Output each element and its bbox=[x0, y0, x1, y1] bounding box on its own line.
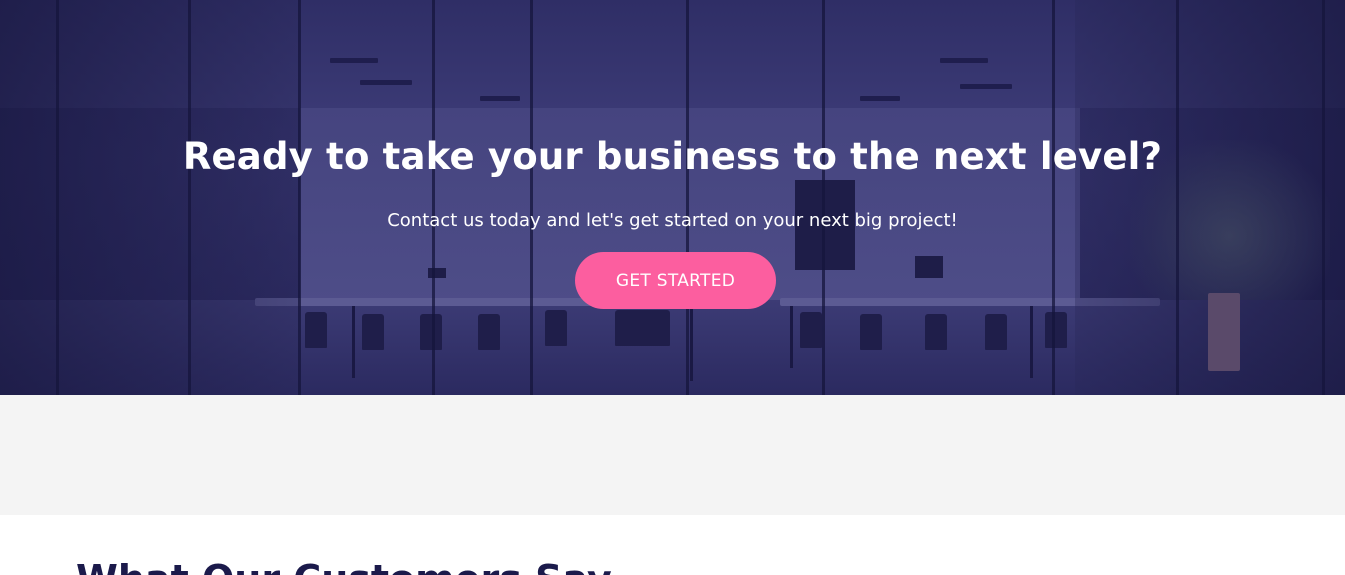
testimonials-heading: What Our Customers Say bbox=[76, 555, 612, 575]
get-started-button[interactable]: GET STARTED bbox=[575, 252, 776, 309]
cta-content: Ready to take your business to the next … bbox=[0, 0, 1345, 395]
cta-subtitle: Contact us today and let's get started o… bbox=[387, 210, 958, 231]
cta-title: Ready to take your business to the next … bbox=[182, 135, 1163, 178]
testimonials-section: What Our Customers Say bbox=[0, 515, 1345, 575]
cta-section: Ready to take your business to the next … bbox=[0, 0, 1345, 395]
section-spacer bbox=[0, 395, 1345, 515]
